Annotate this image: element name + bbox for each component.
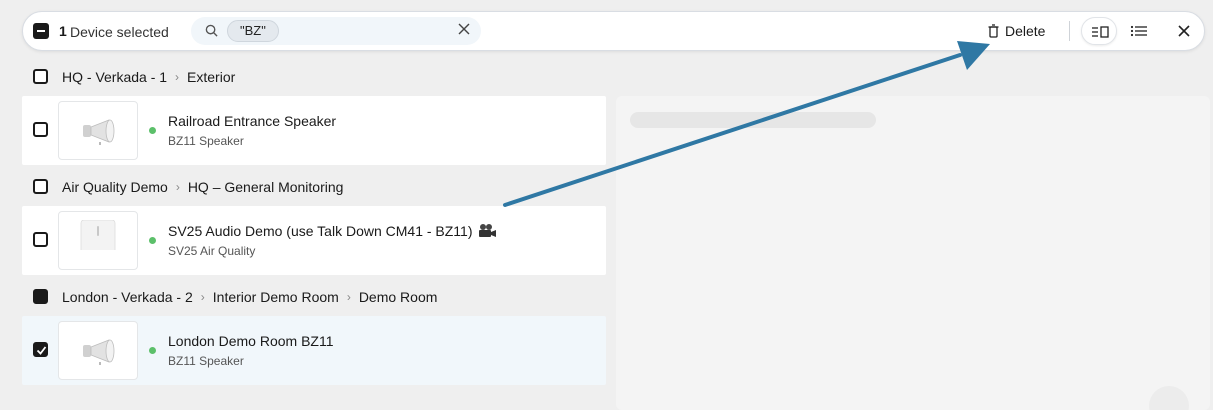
annotation-arrow <box>503 41 990 207</box>
